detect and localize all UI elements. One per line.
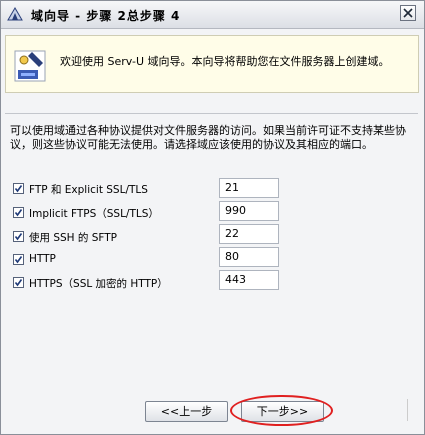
- implicit-ftps-port-input[interactable]: 990: [219, 201, 279, 221]
- sftp-port-input[interactable]: 22: [219, 224, 279, 244]
- protocol-description: 可以使用域通过各种协议提供对文件服务器的访问。如果当前许可证不支持某些协议，则这…: [10, 124, 406, 151]
- close-button[interactable]: [400, 5, 416, 21]
- title-bar[interactable]: 域向导 - 步骤 2总步骤 4: [1, 1, 424, 29]
- https-label: HTTPS（SSL 加密的 HTTP）: [29, 278, 168, 290]
- checkmark-icon: [14, 233, 23, 241]
- next-button[interactable]: 下一步>>: [241, 401, 324, 422]
- welcome-text: 欢迎使用 Serv-U 域向导。本向导将帮助您在文件服务器上创建域。: [60, 55, 390, 68]
- http-checkbox[interactable]: [13, 254, 24, 265]
- section-divider: [5, 113, 418, 114]
- resize-grip[interactable]: [407, 399, 414, 421]
- serv-u-app-icon: [7, 7, 23, 21]
- wizard-window: 域向导 - 步骤 2总步骤 4 欢迎使用 Serv-U 域向导。本向导将帮助您在…: [0, 0, 425, 435]
- back-button[interactable]: <<上一步: [145, 401, 228, 422]
- checkmark-icon: [14, 256, 23, 264]
- https-port-input[interactable]: 443: [219, 270, 279, 290]
- ftp-port-input[interactable]: 21: [219, 178, 279, 198]
- sftp-label: 使用 SSH 的 SFTP: [29, 232, 118, 244]
- http-label: HTTP: [29, 253, 56, 265]
- implicit-ftps-label: Implicit FTPS（SSL/TLS）: [29, 208, 159, 220]
- checkmark-icon: [14, 279, 23, 287]
- ftp-checkbox[interactable]: [13, 183, 24, 194]
- window-title: 域向导 - 步骤 2总步骤 4: [31, 9, 181, 23]
- checkmark-icon: [14, 185, 23, 193]
- welcome-banner: 欢迎使用 Serv-U 域向导。本向导将帮助您在文件服务器上创建域。: [5, 35, 419, 93]
- sftp-checkbox[interactable]: [13, 231, 24, 242]
- https-checkbox[interactable]: [13, 277, 24, 288]
- http-port-input[interactable]: 80: [219, 247, 279, 267]
- domain-wizard-icon: [14, 50, 46, 82]
- checkmark-icon: [14, 209, 23, 217]
- implicit-ftps-checkbox[interactable]: [13, 207, 24, 218]
- ftp-label: FTP 和 Explicit SSL/TLS: [29, 184, 148, 196]
- close-icon: [403, 8, 413, 18]
